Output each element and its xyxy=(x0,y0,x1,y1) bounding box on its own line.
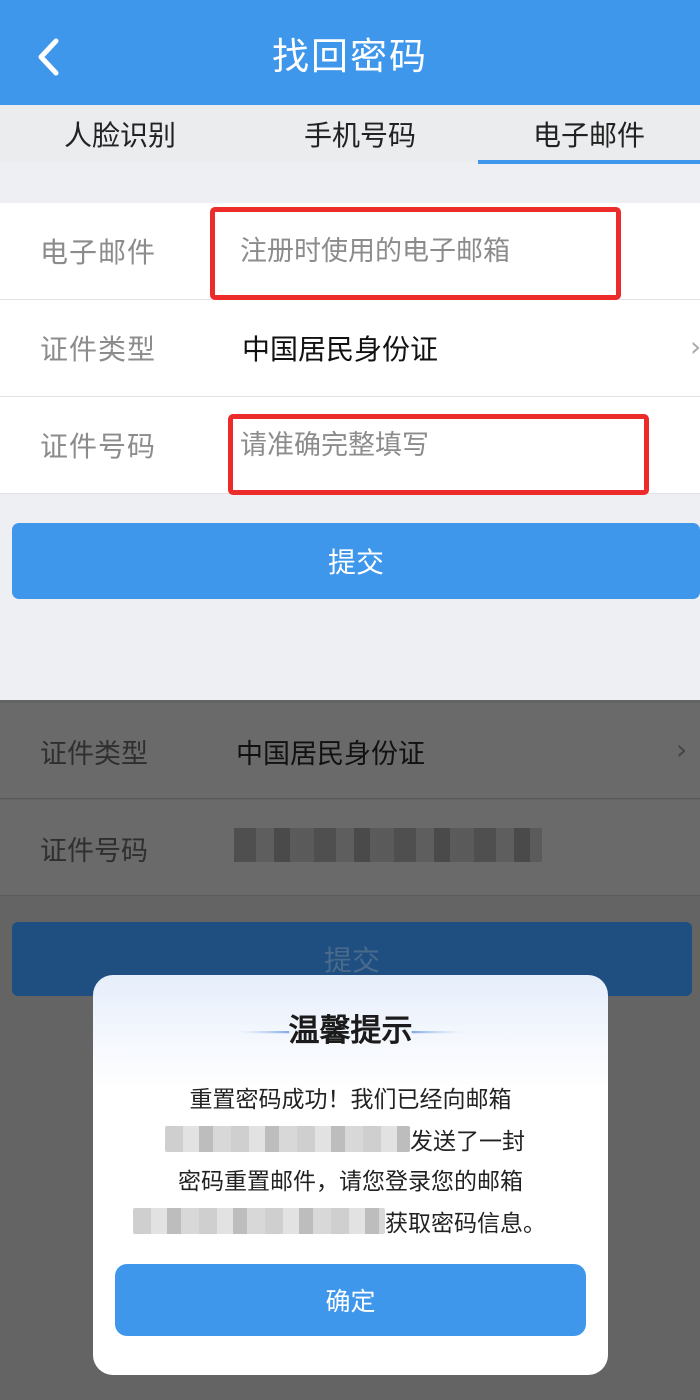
tab-email[interactable]: 电子邮件 xyxy=(478,105,700,162)
bg-id-number-label: 证件号码 xyxy=(40,835,148,867)
id-number-label: 证件号码 xyxy=(40,430,157,463)
bg-id-type-value: 中国居民身份证 xyxy=(236,738,425,770)
dialog-message-line3: 密码重置邮件，请您登录您的邮箱 xyxy=(178,1169,523,1195)
email-label: 电子邮件 xyxy=(40,236,157,269)
back-button[interactable] xyxy=(26,30,72,84)
tab-face-recognition[interactable]: 人脸识别 xyxy=(0,105,240,162)
tab-phone-number[interactable]: 手机号码 xyxy=(240,105,480,162)
chevron-right-icon: › xyxy=(690,330,700,363)
tab-bar: 人脸识别 手机号码 电子邮件 xyxy=(0,105,700,162)
redacted-email xyxy=(133,1208,385,1234)
submit-button[interactable]: 提交 xyxy=(12,523,700,599)
id-type-value: 中国居民身份证 xyxy=(242,333,439,366)
bg-id-type-label: 证件类型 xyxy=(40,738,148,770)
redacted-id-number xyxy=(234,828,542,862)
tab-label: 电子邮件 xyxy=(532,118,645,152)
email-input[interactable] xyxy=(240,221,600,281)
page-title: 找回密码 xyxy=(272,34,428,78)
tab-label: 手机号码 xyxy=(303,118,416,152)
id-number-input[interactable] xyxy=(240,415,600,475)
tab-label: 人脸识别 xyxy=(63,118,176,152)
chevron-left-icon xyxy=(38,38,59,76)
recovery-form: 电子邮件 证件类型 中国居民身份证 › 证件号码 xyxy=(0,203,700,494)
dialog-message-line4: 获取密码信息。 xyxy=(93,1201,608,1241)
id-type-label: 证件类型 xyxy=(40,333,157,366)
id-number-row: 证件号码 xyxy=(0,397,700,494)
dialog-title: 温馨提示 xyxy=(288,1013,413,1049)
chevron-right-icon: › xyxy=(676,733,688,766)
bg-id-number-row: 证件号码 xyxy=(0,800,700,896)
confirm-button[interactable]: 确定 xyxy=(115,1264,586,1336)
tip-dialog: 温馨提示 重置密码成功！我们已经向邮箱 发送了一封 密码重置邮件，请您登录您的邮… xyxy=(93,975,608,1375)
dialog-message-text: 获取密码信息。 xyxy=(385,1211,546,1237)
dialog-message-line2: 发送了一封 xyxy=(93,1119,608,1159)
dialog-message-line1: 重置密码成功！我们已经向邮箱 xyxy=(189,1087,512,1113)
email-row: 电子邮件 xyxy=(0,203,700,300)
redacted-email xyxy=(165,1126,410,1152)
id-type-row[interactable]: 证件类型 中国居民身份证 › xyxy=(0,300,700,397)
dialog-message-text: 发送了一封 xyxy=(410,1129,525,1155)
active-tab-indicator xyxy=(478,160,700,164)
bg-id-type-row: 证件类型 中国居民身份证 › xyxy=(0,703,700,799)
